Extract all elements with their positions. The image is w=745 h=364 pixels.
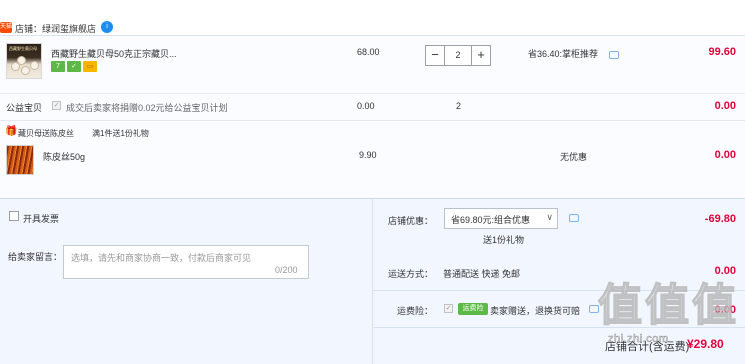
watermark-char: 值 — [691, 281, 737, 330]
gift-icon: 🎁 — [5, 126, 18, 137]
row-divider — [0, 93, 745, 94]
welfare-quantity: 2 — [456, 101, 462, 111]
welfare-label: 公益宝贝 — [6, 103, 43, 113]
product-image-detail — [21, 66, 30, 75]
gift-promo-rule: 满1件送1份礼物 — [92, 129, 149, 138]
gift-price: 9.90 — [359, 150, 377, 160]
insurance-checkbox: ✓ — [444, 304, 453, 313]
item-subtotal: 99.60 — [708, 46, 736, 58]
watermark-char: 值 — [644, 281, 690, 330]
shop-label: 店铺： — [15, 24, 43, 34]
shipping-amount: 0.00 — [714, 265, 736, 277]
gift-subtotal: 0.00 — [714, 149, 736, 161]
shop-discount-label: 店铺优惠： — [388, 216, 434, 226]
aliwangwang-icon[interactable]: i — [101, 21, 113, 33]
shop-discount-select[interactable]: 省69.80元:组合优惠 ∨ — [444, 208, 558, 229]
row-divider — [0, 120, 745, 121]
tmall-badge-icon: 天猫 — [0, 22, 12, 33]
invoice-checkbox[interactable] — [9, 211, 19, 221]
shop-header: 天猫 店铺：绿润玺旗舰店 i — [0, 0, 745, 38]
shipping-method: 普通配送 快递 免邮 — [443, 269, 521, 279]
message-placeholder: 选填，请先和商家协商一致，付款后商家可见 — [71, 253, 252, 263]
product-image-detail — [17, 56, 26, 65]
gift-name[interactable]: 陈皮丝50g — [43, 150, 85, 163]
shop-discount-amount: -69.80 — [704, 213, 736, 225]
thumbnail-caption: 西藏野生蕨贝母 — [9, 46, 37, 51]
gift-discount: 无优惠 — [560, 152, 588, 162]
quantity-increase-button[interactable]: + — [471, 45, 491, 66]
insurance-description: 卖家赠送，退换货可赔 — [490, 306, 581, 316]
unit-price: 68.00 — [357, 47, 380, 57]
quantity-stepper: − 2 + — [425, 45, 491, 66]
shop-name-link[interactable]: 绿润玺旗舰店 — [42, 24, 96, 34]
promo-info-icon[interactable] — [609, 51, 619, 59]
insurance-badge-icon: 运费险 — [458, 303, 488, 315]
invoice-label[interactable]: 开具发票 — [23, 212, 59, 225]
watermark-url: zhi.zhi.com — [608, 333, 669, 346]
message-char-counter: 0/200 — [275, 265, 298, 275]
welfare-description: 成交后卖家将捐赠0.02元给公益宝贝计划 — [66, 103, 228, 113]
product-title-link[interactable]: 西藏野生藏贝母50克正宗藏贝... — [51, 47, 177, 60]
product-image-detail — [30, 61, 39, 70]
gift-thumbnail[interactable] — [6, 145, 34, 175]
welfare-price: 0.00 — [357, 101, 375, 111]
guarantee-icon[interactable]: ✓ — [67, 61, 81, 72]
discount-info-icon[interactable] — [569, 214, 579, 222]
7-day-return-icon[interactable]: 7 — [51, 61, 65, 72]
credit-card-icon[interactable]: ▭ — [83, 61, 97, 72]
shop-title: 店铺：绿润玺旗舰店 — [15, 22, 96, 35]
gift-note: 送1份礼物 — [483, 235, 525, 245]
shop-discount-value: 省69.80元:组合优惠 — [451, 215, 531, 225]
quantity-input[interactable]: 2 — [445, 45, 471, 66]
message-label: 给卖家留言： — [8, 252, 63, 262]
chevron-down-icon: ∨ — [546, 212, 553, 222]
gift-promo-title: 藏贝母送陈皮丝 — [18, 129, 74, 138]
product-thumbnail[interactable]: 西藏野生蕨贝母 — [6, 43, 42, 79]
insurance-label: 运费险： — [397, 306, 434, 316]
shipping-label: 运送方式： — [388, 269, 434, 279]
watermark-char: 值 — [597, 281, 643, 330]
welfare-subtotal: 0.00 — [714, 100, 736, 112]
welfare-checkbox: ✓ — [52, 101, 61, 110]
quantity-decrease-button[interactable]: − — [425, 45, 445, 66]
item-promo-text: 省36.40:掌柜推荐 — [528, 49, 599, 59]
service-icons: 7 ✓ ▭ — [51, 61, 97, 72]
